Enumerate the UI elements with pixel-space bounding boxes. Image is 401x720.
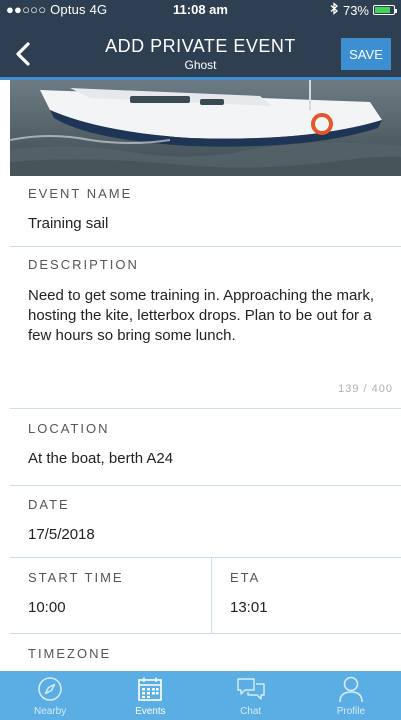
tab-nearby-label: Nearby <box>34 706 67 717</box>
event-name-label: EVENT NAME <box>28 186 133 201</box>
chevron-left-icon <box>16 42 30 66</box>
tab-chat[interactable]: Chat <box>201 671 301 720</box>
location-label: LOCATION <box>28 421 110 436</box>
page-title: ADD PRIVATE EVENT <box>105 36 296 56</box>
status-right: 73% <box>330 2 397 18</box>
start-time-input[interactable]: 10:00 <box>28 599 211 616</box>
timezone-label: TIMEZONE <box>28 646 112 661</box>
tab-profile[interactable]: Profile <box>301 671 401 720</box>
navigation-header: ●●○○○ Optus 4G 11:08 am 73% ADD PRIVATE … <box>0 0 401 80</box>
page-subtitle: Ghost <box>184 58 217 72</box>
status-bar: ●●○○○ Optus 4G 11:08 am 73% <box>0 0 401 20</box>
event-form: EVENT NAME Training sail DESCRIPTION Nee… <box>10 176 401 674</box>
eta-label: ETA <box>230 570 261 585</box>
profile-icon <box>339 676 363 703</box>
compass-icon <box>38 677 62 701</box>
date-label: DATE <box>28 497 70 512</box>
battery-percent: 73% <box>342 2 369 18</box>
battery-icon <box>373 5 397 15</box>
tab-events[interactable]: Events <box>100 671 200 720</box>
event-name-input[interactable]: Training sail <box>28 215 393 232</box>
tab-nearby[interactable]: Nearby <box>0 671 100 720</box>
tab-events-label: Events <box>135 706 166 717</box>
character-counter: 139 / 400 <box>338 383 393 395</box>
start-time-label: START TIME <box>28 570 124 585</box>
tab-chat-label: Chat <box>240 706 262 717</box>
start-time-field[interactable]: START TIME 10:00 <box>10 558 212 633</box>
chat-icon <box>236 678 265 700</box>
eta-field[interactable]: ETA 13:01 <box>212 558 401 633</box>
date-field[interactable]: DATE 17/5/2018 <box>10 486 401 558</box>
header-titles: ADD PRIVATE EVENT Ghost <box>80 36 321 72</box>
description-field[interactable]: DESCRIPTION Need to get some training in… <box>10 247 401 409</box>
calendar-icon <box>138 677 163 701</box>
back-button[interactable] <box>10 38 40 70</box>
location-input[interactable]: At the boat, berth A24 <box>28 450 393 467</box>
location-field[interactable]: LOCATION At the boat, berth A24 <box>10 409 401 486</box>
eta-input[interactable]: 13:01 <box>230 599 401 616</box>
boat-photo <box>10 80 401 176</box>
tab-bar: Nearby Events Chat Profile <box>0 671 401 720</box>
timezone-field[interactable]: TIMEZONE <box>10 634 401 674</box>
tab-profile-label: Profile <box>336 706 366 717</box>
date-input[interactable]: 17/5/2018 <box>28 526 393 543</box>
save-button[interactable]: SAVE <box>341 38 391 70</box>
description-input[interactable]: Need to get some training in. Approachin… <box>28 286 393 346</box>
description-label: DESCRIPTION <box>28 257 139 272</box>
bluetooth-icon <box>330 2 339 18</box>
event-name-field[interactable]: EVENT NAME Training sail <box>10 176 401 247</box>
time-row: START TIME 10:00 ETA 13:01 <box>10 558 401 634</box>
